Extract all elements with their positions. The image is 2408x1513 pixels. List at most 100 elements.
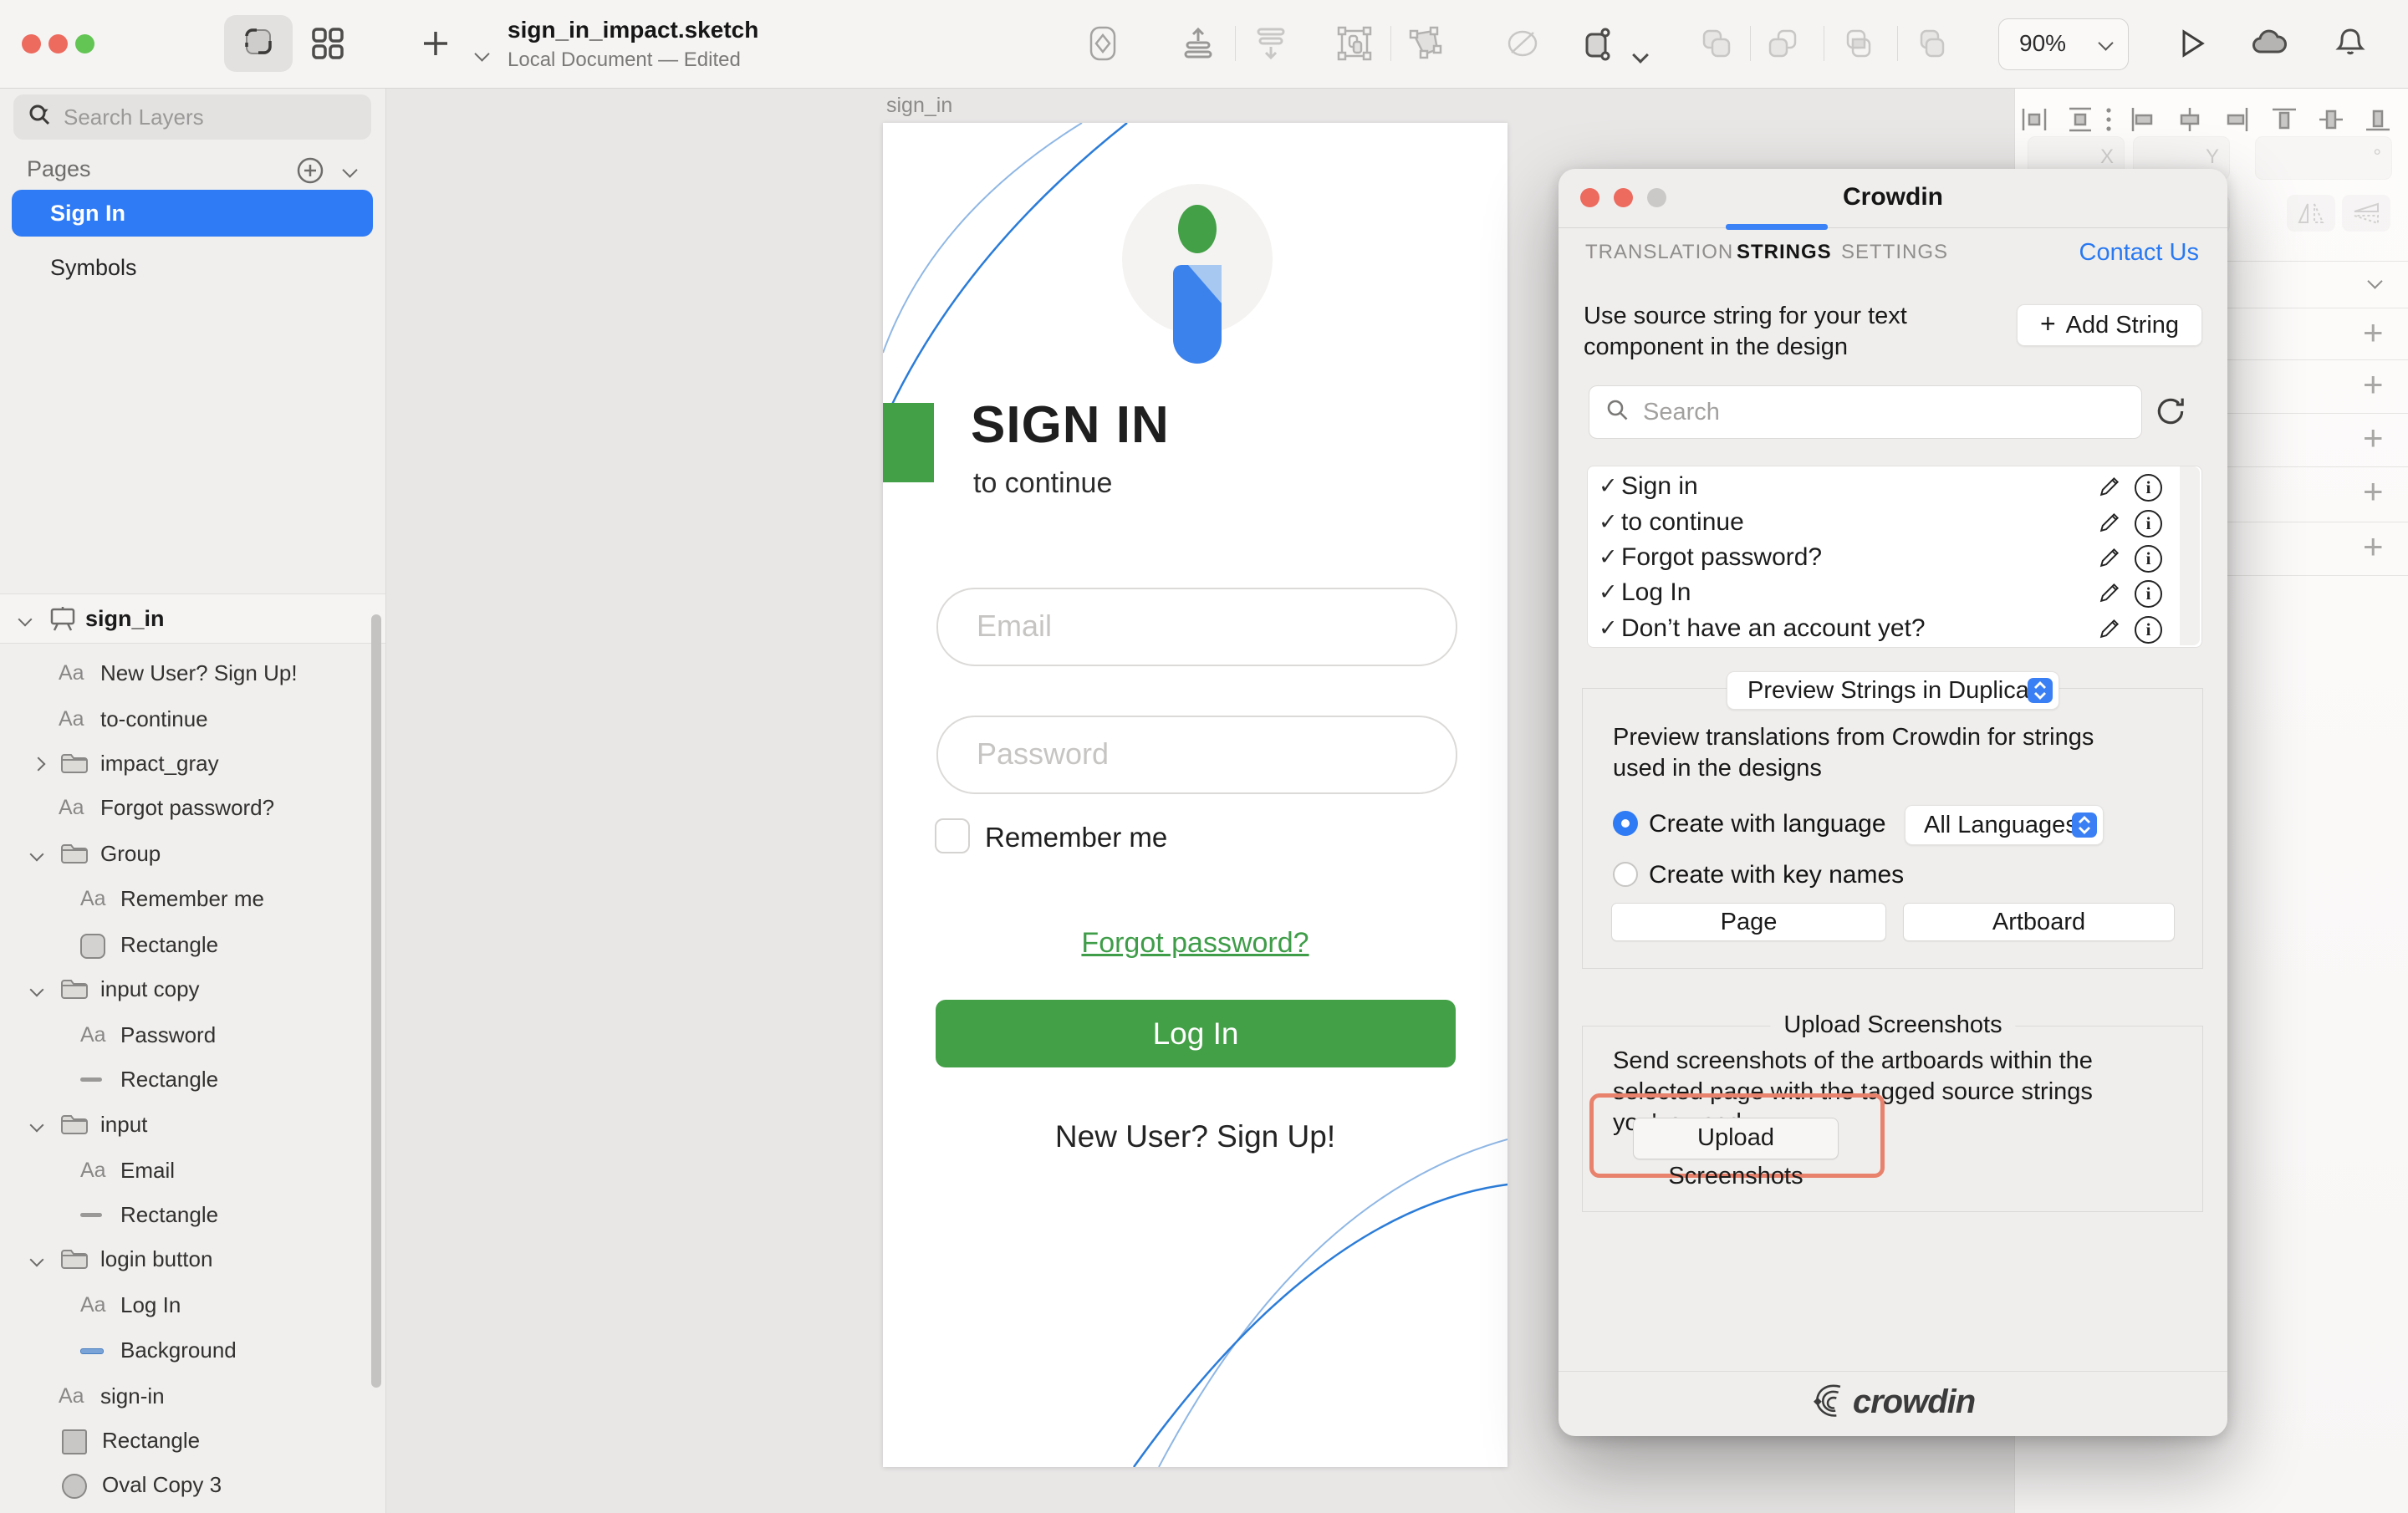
edit-string-icon[interactable] <box>2097 473 2123 503</box>
expanded-chevron-icon[interactable] <box>32 984 42 999</box>
string-row[interactable]: ✓ Sign in i <box>1588 468 2173 504</box>
string-info-icon[interactable]: i <box>2135 580 2162 608</box>
resize-chevron-icon[interactable] <box>1620 35 1661 75</box>
rotate-tool-icon[interactable] <box>1502 23 1543 64</box>
layer-row[interactable]: Group <box>0 831 368 876</box>
layer-row[interactable]: Rectangle <box>0 922 368 967</box>
string-info-icon[interactable]: i <box>2135 474 2162 502</box>
layer-row[interactable]: AaForgot password? <box>0 785 368 830</box>
tab-strings[interactable]: STRINGS <box>1737 227 1832 278</box>
preview-play-button[interactable] <box>2171 23 2212 64</box>
group-selection-icon[interactable] <box>1334 23 1375 64</box>
string-row[interactable]: ✓ Forgot password? i <box>1588 539 2173 575</box>
sign-in-artboard[interactable]: SIGN IN to continue Email Password Remem… <box>883 123 1508 1467</box>
sidebar-scrollbar[interactable] <box>371 614 381 1388</box>
cloud-share-button[interactable] <box>2249 23 2289 64</box>
expanded-chevron-icon[interactable] <box>32 1254 42 1269</box>
email-field[interactable]: Email <box>936 588 1457 666</box>
layer-row[interactable]: Rectangle <box>0 1418 368 1463</box>
layer-row[interactable]: impact_gray <box>0 741 368 786</box>
notifications-bell-button[interactable] <box>2330 23 2370 64</box>
canvas-view-toggle[interactable] <box>224 15 293 72</box>
string-info-icon[interactable]: i <box>2135 545 2162 573</box>
align-bottom-icon[interactable] <box>2363 104 2393 135</box>
add-border-button[interactable]: + <box>2363 420 2384 456</box>
search-layers-input[interactable] <box>62 104 316 131</box>
password-field[interactable]: Password <box>936 716 1457 794</box>
string-row[interactable]: ✓ Log In i <box>1588 574 2173 610</box>
string-info-icon[interactable]: i <box>2135 510 2162 537</box>
section-collapse-chevron[interactable] <box>2370 276 2380 291</box>
string-info-icon[interactable]: i <box>2135 616 2162 644</box>
strings-search-input[interactable] <box>1641 398 2096 427</box>
artboard-canvas-label[interactable]: sign_in <box>886 94 952 118</box>
tab-settings[interactable]: SETTINGS <box>1841 227 1948 278</box>
add-fill-button[interactable]: + <box>2363 367 2384 402</box>
layer-row[interactable]: login button <box>0 1236 368 1281</box>
tab-translation[interactable]: TRANSLATION <box>1585 227 1733 278</box>
more-options-dots-icon[interactable] <box>2094 104 2124 135</box>
layer-row[interactable]: AaPassword <box>0 1012 368 1057</box>
add-string-button[interactable]: + Add String <box>2017 304 2202 346</box>
send-backward-icon[interactable] <box>1251 23 1291 64</box>
collapse-chevron-icon[interactable] <box>20 614 30 629</box>
create-with-key-names-radio[interactable] <box>1613 862 1638 887</box>
distribute-horizontally-icon[interactable] <box>2019 104 2049 135</box>
layer-row[interactable]: input <box>0 1102 368 1147</box>
create-with-language-radio[interactable] <box>1613 811 1638 836</box>
layer-row[interactable]: AaEmail <box>0 1148 368 1193</box>
distribute-vertically-icon[interactable] <box>2065 104 2095 135</box>
layer-row[interactable]: AaRemember me <box>0 876 368 921</box>
flip-vertical-button[interactable] <box>2342 195 2390 232</box>
layer-row[interactable]: Background <box>0 1327 368 1373</box>
resize-artboard-icon[interactable] <box>1578 23 1618 64</box>
edit-string-icon[interactable] <box>2097 579 2123 609</box>
minimize-window-button[interactable] <box>48 34 68 53</box>
layer-row[interactable]: Rectangle <box>0 1192 368 1237</box>
language-dropdown[interactable]: All Languages <box>1905 805 2104 845</box>
string-row[interactable]: ✓ to continue i <box>1588 504 2173 540</box>
align-middle-vertical-icon[interactable] <box>2316 104 2346 135</box>
layer-row[interactable]: AaNew User? Sign Up! <box>0 650 368 695</box>
search-layers-field[interactable] <box>13 94 371 140</box>
add-blur-button[interactable]: + <box>2363 529 2384 564</box>
add-style-button[interactable]: + <box>2363 315 2384 350</box>
preview-strings-dropdown[interactable]: Preview Strings in Duplicate <box>1727 671 2059 710</box>
edit-string-icon[interactable] <box>2097 544 2123 574</box>
insert-chevron-button[interactable] <box>462 33 502 74</box>
layer-row[interactable]: AaLog In <box>0 1282 368 1327</box>
insert-plus-button[interactable] <box>416 23 456 64</box>
edit-string-icon[interactable] <box>2097 509 2123 539</box>
strings-list-scrollbar[interactable] <box>2180 466 2200 645</box>
remember-me-checkbox[interactable] <box>935 818 970 853</box>
align-top-icon[interactable] <box>2269 104 2299 135</box>
boolean-union-icon[interactable] <box>1696 23 1737 64</box>
zoom-level-dropdown[interactable]: 90% <box>1998 18 2129 70</box>
align-right-icon[interactable] <box>2222 104 2252 135</box>
sidebar-page-symbols[interactable]: Symbols <box>12 247 373 288</box>
boolean-difference-icon[interactable] <box>1912 23 1952 64</box>
upload-screenshots-button[interactable]: Upload Screenshots <box>1633 1118 1839 1159</box>
edit-vector-icon[interactable] <box>1405 23 1445 64</box>
contact-us-link[interactable]: Contact Us <box>2079 227 2199 278</box>
bring-forward-icon[interactable] <box>1178 23 1218 64</box>
strings-search-field[interactable] <box>1589 385 2142 439</box>
boolean-intersect-icon[interactable] <box>1839 23 1879 64</box>
insert-shape-tool-icon[interactable] <box>1083 23 1123 64</box>
pages-collapse-chevron[interactable] <box>344 165 355 180</box>
layer-row[interactable]: Aato-continue <box>0 696 368 741</box>
expanded-chevron-icon[interactable] <box>32 848 42 863</box>
collapsed-chevron-icon[interactable] <box>33 758 43 773</box>
refresh-strings-button[interactable] <box>2154 395 2187 432</box>
sign-up-link[interactable]: New User? Sign Up! <box>883 1119 1508 1154</box>
close-window-button[interactable] <box>22 34 41 53</box>
layer-row[interactable]: Oval Copy 3 <box>0 1462 368 1507</box>
boolean-subtract-icon[interactable] <box>1763 23 1803 64</box>
grid-view-toggle[interactable] <box>308 23 348 64</box>
expanded-chevron-icon[interactable] <box>32 1119 42 1134</box>
artboard-root-row[interactable]: sign_in <box>0 593 385 644</box>
zoom-window-button[interactable] <box>75 34 94 53</box>
align-left-icon[interactable] <box>2128 104 2158 135</box>
layer-row[interactable]: input copy <box>0 966 368 1011</box>
page-button[interactable]: Page <box>1611 903 1886 941</box>
